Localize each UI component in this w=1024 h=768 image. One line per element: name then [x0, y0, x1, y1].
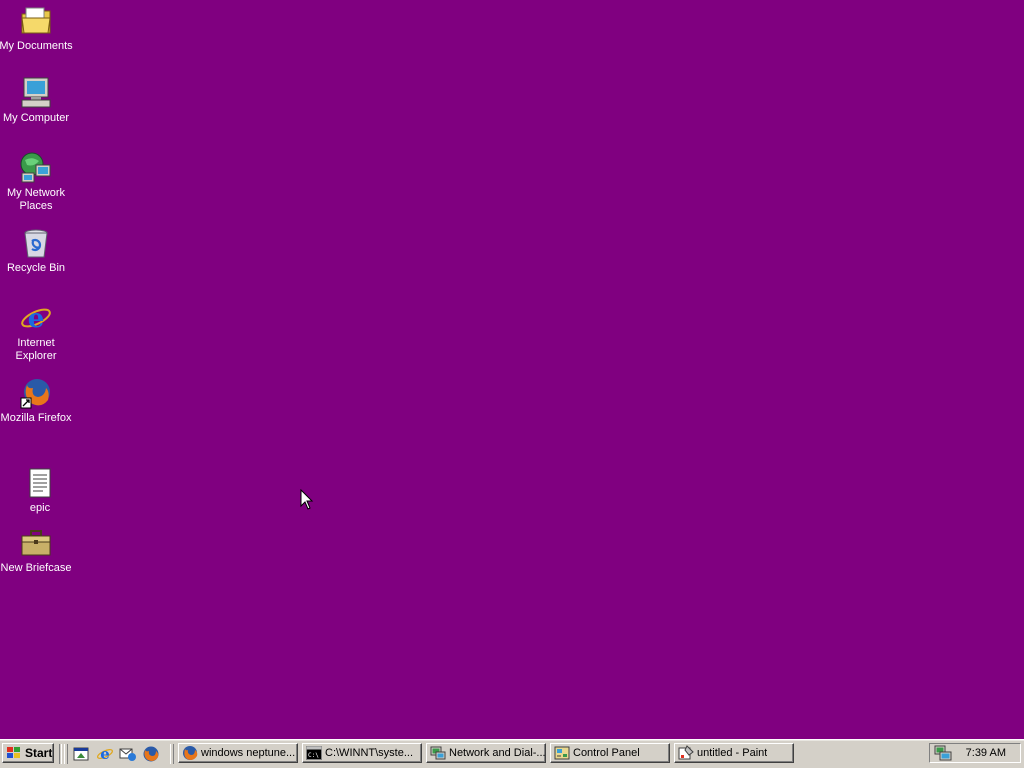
task-button-label: Control Panel	[573, 747, 640, 759]
taskbar: Start e windows neptune... C:\ C:\WINNT\…	[0, 739, 1024, 768]
desktop-icon-label: Mozilla Firefox	[0, 412, 72, 424]
recycle-bin-icon	[24, 229, 48, 258]
folder-documents-icon	[21, 7, 51, 34]
desktop-icon-epic[interactable]: epic	[2, 466, 78, 515]
desktop-icon-label: New Briefcase	[0, 562, 72, 574]
firefox-icon[interactable]	[142, 745, 160, 763]
system-tray: 7:39 AM	[929, 743, 1021, 763]
svg-text:e: e	[28, 304, 45, 334]
show-desktop-icon[interactable]	[72, 745, 90, 763]
command-prompt-icon: C:\	[306, 746, 322, 760]
task-button-firefox[interactable]: windows neptune...	[178, 743, 298, 763]
start-label: Start	[25, 746, 53, 760]
desktop-icon-new-briefcase[interactable]: New Briefcase	[0, 526, 74, 575]
desktop[interactable]: My Documents My Computer My Network Plac…	[0, 0, 1024, 740]
desktop-icon-mozilla-firefox[interactable]: Mozilla Firefox	[0, 376, 74, 425]
internet-explorer-icon[interactable]: e	[96, 745, 114, 763]
text-document-icon	[29, 468, 51, 498]
desktop-icon-recycle-bin[interactable]: Recycle Bin	[0, 226, 74, 275]
task-button-label: untitled - Paint	[697, 747, 768, 759]
svg-text:e: e	[100, 745, 110, 763]
network-connections-icon	[430, 746, 446, 760]
taskbar-separator	[59, 744, 62, 764]
network-tray-icon[interactable]	[934, 745, 952, 761]
task-button-label: windows neptune...	[201, 747, 296, 759]
task-button-network-dialup[interactable]: Network and Dial-...	[426, 743, 546, 763]
windows-logo-icon	[7, 747, 20, 758]
desktop-icon-label: Internet Explorer	[15, 337, 57, 362]
firefox-icon	[20, 379, 50, 409]
mouse-cursor-icon	[300, 489, 314, 510]
paint-icon	[678, 745, 694, 760]
quick-launch-grip[interactable]	[64, 744, 68, 764]
desktop-icon-label: My Documents	[0, 40, 73, 52]
desktop-icon-internet-explorer[interactable]: e Internet Explorer	[0, 301, 74, 363]
briefcase-icon	[21, 530, 51, 556]
outlook-express-icon[interactable]	[119, 745, 137, 763]
desktop-icon-label: My Network Places	[6, 187, 66, 212]
task-button-control-panel[interactable]: Control Panel	[550, 743, 670, 763]
network-places-icon	[20, 152, 51, 183]
taskbar-grip[interactable]	[170, 744, 174, 764]
task-button-paint[interactable]: untitled - Paint	[674, 743, 794, 763]
desktop-icon-my-network-places[interactable]: My Network Places	[0, 151, 74, 213]
svg-text:C:\: C:\	[308, 752, 319, 759]
start-button[interactable]: Start	[2, 743, 54, 763]
internet-explorer-icon: e	[21, 304, 51, 334]
tray-clock[interactable]: 7:39 AM	[966, 747, 1006, 759]
desktop-icon-label: Recycle Bin	[6, 262, 66, 274]
desktop-icon-my-documents[interactable]: My Documents	[0, 4, 74, 53]
desktop-icon-label: My Computer	[2, 112, 70, 124]
task-button-command-prompt[interactable]: C:\ C:\WINNT\syste...	[302, 743, 422, 763]
desktop-icon-label: epic	[29, 502, 51, 514]
firefox-icon	[183, 746, 198, 760]
task-button-label: Network and Dial-...	[449, 747, 545, 759]
computer-icon	[21, 77, 51, 108]
control-panel-icon	[554, 746, 570, 760]
task-button-label: C:\WINNT\syste...	[325, 747, 413, 759]
desktop-icon-my-computer[interactable]: My Computer	[0, 76, 74, 125]
